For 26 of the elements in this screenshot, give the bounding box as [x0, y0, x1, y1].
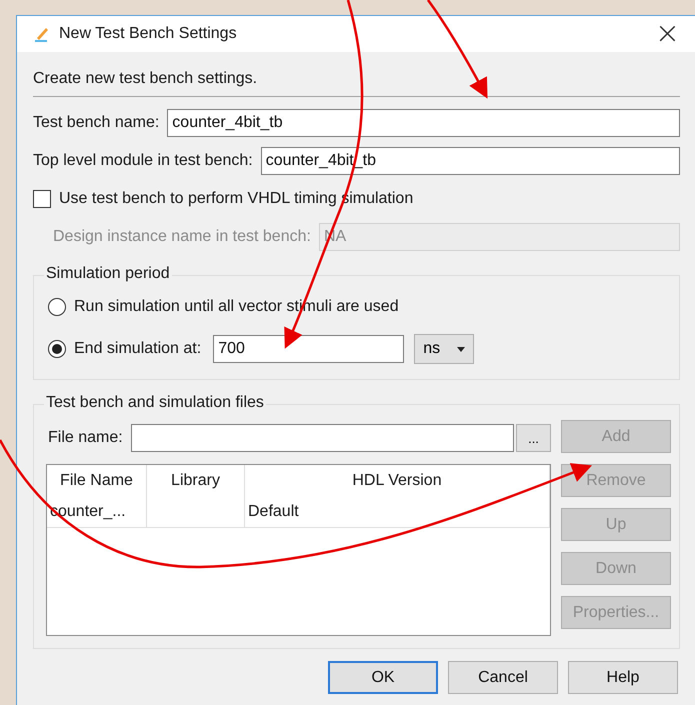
- unit-dropdown[interactable]: ns: [414, 334, 474, 364]
- caret-icon: [457, 346, 466, 352]
- browse-button[interactable]: ...: [516, 424, 551, 452]
- field-label: Top level module in test bench:: [33, 152, 253, 170]
- window-title: New Test Bench Settings: [59, 25, 238, 43]
- close-button[interactable]: ×: [648, 19, 686, 49]
- radio-button[interactable]: [48, 298, 66, 316]
- field-label: Test bench name:: [33, 114, 160, 132]
- dialog-button[interactable]: OK: [328, 661, 438, 694]
- text-field[interactable]: 700: [213, 335, 404, 363]
- column-header[interactable]: HDL Version: [245, 465, 550, 497]
- dialog-button[interactable]: Cancel: [448, 661, 558, 694]
- dialog-button[interactable]: Help: [568, 661, 678, 694]
- table-cell: Default: [245, 497, 550, 527]
- instruction-text: Create new test bench settings.: [33, 69, 258, 89]
- radio-button[interactable]: [48, 340, 66, 358]
- column-header[interactable]: Library: [147, 465, 245, 497]
- column-header[interactable]: File Name: [47, 465, 147, 497]
- radio-label: End simulation at:: [74, 340, 202, 358]
- text-field[interactable]: counter_4bit_tb: [167, 109, 680, 137]
- pencil-icon: [33, 25, 51, 43]
- field-label: File name:: [48, 429, 123, 447]
- field-label: Design instance name in test bench:: [53, 228, 311, 246]
- checkbox[interactable]: [33, 190, 51, 208]
- group-title: Simulation period: [44, 265, 172, 283]
- text-field[interactable]: [130, 424, 514, 452]
